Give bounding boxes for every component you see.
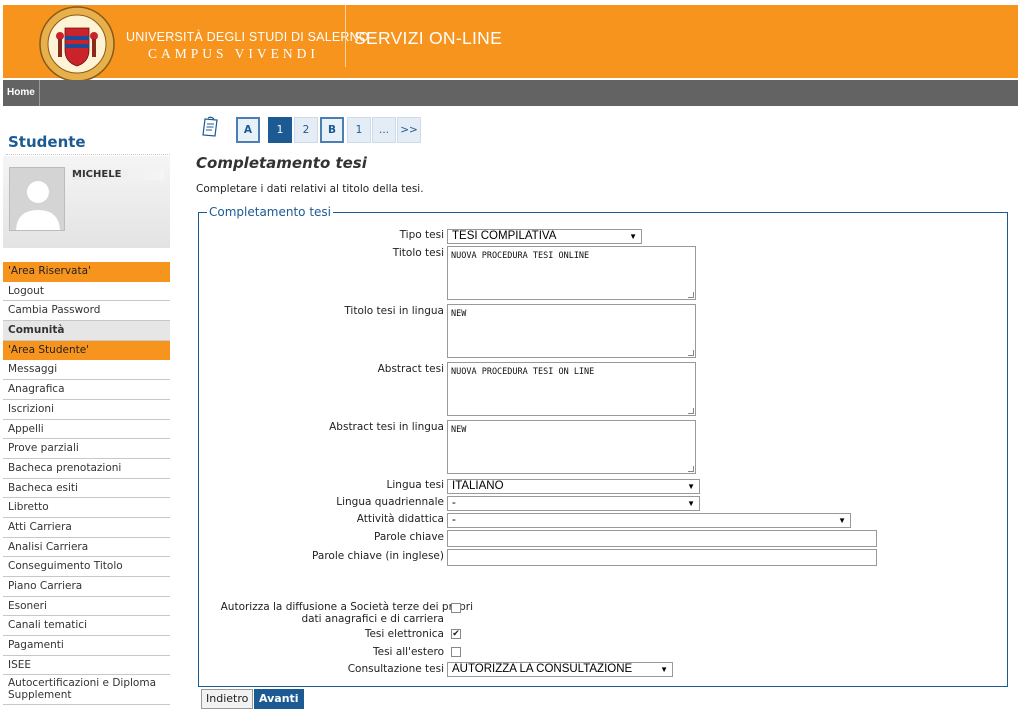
menu-item-bacheca-esiti[interactable]: Bacheca esiti	[3, 478, 170, 499]
label-tesi-estero: Tesi all'estero	[373, 646, 444, 658]
textarea-titolo-tesi[interactable]: NUOVA PROCEDURA TESI ONLINE	[447, 246, 696, 300]
label-parole-chiave: Parole chiave	[374, 531, 444, 543]
profile-box: MICHELE	[3, 156, 170, 248]
label-parole-chiave-inglese: Parole chiave (in inglese)	[312, 550, 444, 562]
select-lingua-quadriennale-value: -	[452, 497, 456, 509]
services-title: SERVIZI ON-LINE	[354, 28, 503, 48]
label-abstract-tesi-lingua: Abstract tesi in lingua	[329, 421, 444, 433]
menu-section-area-studente: 'Area Studente'	[3, 340, 170, 361]
header-divider	[345, 5, 346, 67]
resize-grip-icon[interactable]	[688, 466, 694, 472]
checkbox-tesi-elettronica[interactable]: ✔	[451, 629, 461, 639]
user-silhouette-icon	[10, 168, 64, 230]
menu-item-anagrafica[interactable]: Anagrafica	[3, 380, 170, 400]
student-name: MICHELE	[72, 169, 164, 180]
select-consultazione-tesi-value: AUTORIZZA LA CONSULTAZIONE	[452, 663, 633, 675]
menu-item-cambia-password[interactable]: Cambia Password	[3, 301, 170, 322]
textarea-titolo-tesi-lingua[interactable]: NEW	[447, 304, 696, 358]
select-tipo-tesi-value: TESI COMPILATIVA	[452, 230, 557, 242]
resize-grip-icon[interactable]	[688, 350, 694, 356]
checkmark-icon: ✔	[452, 629, 460, 639]
menu-item-logout[interactable]: Logout	[3, 281, 170, 302]
menu-item-autocertificazioni[interactable]: Autocertificazioni e Diploma Supplement	[3, 675, 170, 706]
sidebar-menu: 'Area Riservata' Logout Cambia Password …	[3, 262, 170, 706]
menu-item-analisi-carriera[interactable]: Analisi Carriera	[3, 537, 170, 558]
select-attivita-didattica-value: -	[452, 514, 456, 526]
university-seal-logo[interactable]	[37, 6, 117, 82]
label-tipo-tesi: Tipo tesi	[399, 229, 444, 241]
chevron-down-icon: ▼	[660, 665, 668, 674]
menu-item-isee[interactable]: ISEE	[3, 655, 170, 676]
input-parole-chiave[interactable]	[447, 530, 877, 547]
textarea-abstract-tesi-lingua-value: NEW	[451, 425, 467, 435]
label-lingua-tesi: Lingua tesi	[386, 479, 444, 491]
resize-grip-icon[interactable]	[688, 408, 694, 414]
menu-item-messaggi[interactable]: Messaggi	[3, 360, 170, 381]
step-ellipsis[interactable]: ...	[372, 117, 396, 143]
menu-item-conseguimento-titolo[interactable]: Conseguimento Titolo	[3, 557, 170, 577]
step-b[interactable]: B	[320, 117, 344, 143]
menu-item-iscrizioni[interactable]: Iscrizioni	[3, 399, 170, 420]
menu-item-libretto[interactable]: Libretto	[3, 498, 170, 518]
select-lingua-tesi-value: ITALIANO	[452, 480, 504, 492]
page-description: Completare i dati relativi al titolo del…	[196, 183, 424, 195]
select-consultazione-tesi[interactable]: AUTORIZZA LA CONSULTAZIONE ▼	[447, 662, 673, 677]
label-attivita-didattica: Attività didattica	[356, 513, 444, 525]
label-autorizza-diffusione-line1: Autorizza la diffusione a Società terze …	[220, 601, 473, 613]
input-parole-chiave-inglese[interactable]	[447, 549, 877, 566]
menu-item-piano-carriera[interactable]: Piano Carriera	[3, 577, 170, 597]
label-titolo-tesi-lingua: Titolo tesi in lingua	[344, 305, 444, 317]
menu-item-bacheca-prenotazioni[interactable]: Bacheca prenotazioni	[3, 458, 170, 479]
chevron-down-icon: ▼	[838, 516, 846, 525]
clipboard-icon	[202, 116, 218, 137]
nav-home-link[interactable]: Home	[3, 80, 40, 106]
label-abstract-tesi: Abstract tesi	[377, 363, 444, 375]
label-titolo-tesi: Titolo tesi	[392, 247, 444, 259]
checkbox-autorizza-diffusione[interactable]	[451, 603, 461, 613]
menu-item-canali-tematici[interactable]: Canali tematici	[3, 616, 170, 637]
chevron-down-icon: ▼	[687, 499, 695, 508]
select-tipo-tesi[interactable]: TESI COMPILATIVA ▼	[447, 229, 642, 244]
step-next-arrows[interactable]: >>	[397, 117, 421, 143]
select-lingua-quadriennale[interactable]: - ▼	[447, 496, 700, 511]
textarea-titolo-tesi-lingua-value: NEW	[451, 309, 467, 319]
select-lingua-tesi[interactable]: ITALIANO ▼	[447, 479, 700, 494]
textarea-abstract-tesi-lingua[interactable]: NEW	[447, 420, 696, 474]
label-autorizza-diffusione-line2: dati anagrafici e di carriera	[301, 613, 444, 625]
menu-item-comunita[interactable]: Comunità	[3, 321, 170, 341]
university-motto: CAMPUS VIVENDI	[148, 46, 319, 61]
step-1-current[interactable]: 1	[268, 117, 292, 143]
next-button[interactable]: Avanti	[254, 689, 304, 709]
sidebar-title: Studente	[8, 133, 86, 151]
avatar	[9, 167, 65, 231]
menu-item-esoneri[interactable]: Esoneri	[3, 596, 170, 617]
site-header: UNIVERSITÀ DEGLI STUDI DI SALERNO CAMPUS…	[3, 5, 1018, 82]
menu-item-prove-parziali[interactable]: Prove parziali	[3, 439, 170, 459]
chevron-down-icon: ▼	[687, 482, 695, 491]
step-2[interactable]: 2	[294, 117, 318, 143]
menu-item-pagamenti[interactable]: Pagamenti	[3, 636, 170, 656]
fieldset-legend: Completamento tesi	[207, 205, 334, 219]
menu-section-area-riservata: 'Area Riservata'	[3, 262, 170, 282]
top-navbar: Home	[3, 80, 1018, 106]
page-title: Completamento tesi	[196, 154, 367, 172]
label-lingua-quadriennale: Lingua quadriennale	[336, 496, 444, 508]
menu-item-atti-carriera[interactable]: Atti Carriera	[3, 517, 170, 538]
textarea-abstract-tesi-value: NUOVA PROCEDURA TESI ON LINE	[451, 367, 595, 377]
textarea-titolo-tesi-value: NUOVA PROCEDURA TESI ONLINE	[451, 251, 590, 261]
label-tesi-elettronica: Tesi elettronica	[364, 628, 444, 640]
resize-grip-icon[interactable]	[688, 292, 694, 298]
menu-item-appelli[interactable]: Appelli	[3, 419, 170, 440]
checkbox-tesi-estero[interactable]	[451, 647, 461, 657]
label-consultazione-tesi: Consultazione tesi	[347, 663, 444, 675]
university-name: UNIVERSITÀ DEGLI STUDI DI SALERNO	[126, 30, 369, 44]
textarea-abstract-tesi[interactable]: NUOVA PROCEDURA TESI ON LINE	[447, 362, 696, 416]
chevron-down-icon: ▼	[629, 232, 637, 241]
step-a[interactable]: A	[236, 117, 260, 143]
back-button[interactable]: Indietro	[201, 689, 254, 709]
select-attivita-didattica[interactable]: - ▼	[447, 513, 851, 528]
step-b-1[interactable]: 1	[347, 117, 371, 143]
sidebar-title-divider	[6, 154, 170, 155]
